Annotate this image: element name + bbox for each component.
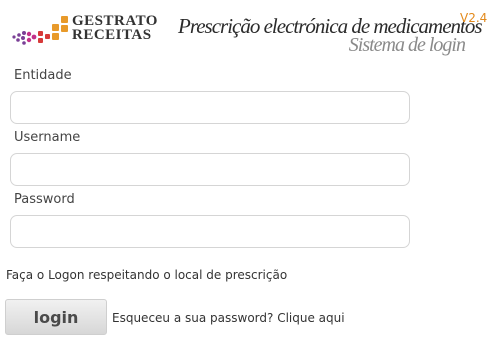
app-subtitle: Sistema de login	[348, 34, 466, 56]
password-label: Password	[14, 192, 75, 207]
logo-name-line1: GESTRATO	[72, 13, 158, 29]
gestrato-logo: GESTRATO RECEITAS	[8, 12, 168, 46]
username-input[interactable]	[10, 153, 410, 186]
version-badge: V2.4	[460, 11, 488, 25]
forgot-password-link[interactable]: Esqueceu a sua password? Clique aqui	[112, 311, 345, 325]
entidade-label: Entidade	[14, 68, 72, 83]
logon-hint: Faça o Logon respeitando o local de pres…	[6, 268, 288, 282]
login-button[interactable]: login	[5, 299, 107, 335]
logo-name-line2: RECEITAS	[72, 27, 152, 43]
password-input[interactable]	[10, 215, 410, 248]
entidade-input[interactable]	[10, 91, 410, 124]
logo-wordmark: GESTRATO RECEITAS	[72, 13, 158, 43]
username-label: Username	[14, 130, 81, 145]
logo-dots-icon	[12, 16, 68, 45]
